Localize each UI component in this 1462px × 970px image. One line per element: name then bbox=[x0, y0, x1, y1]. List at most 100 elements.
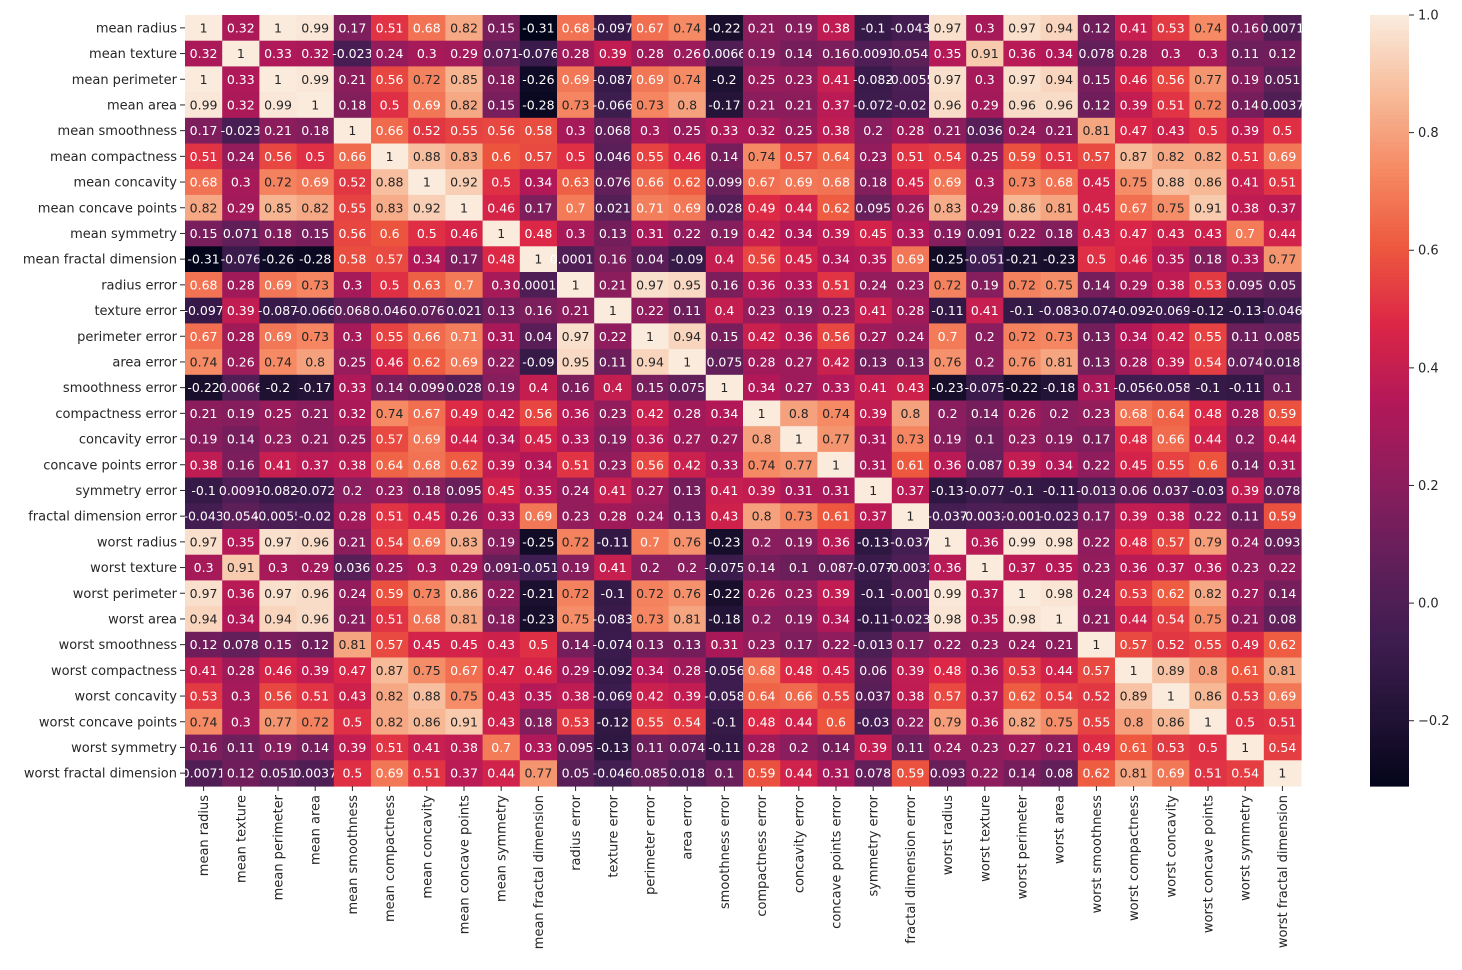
colorbar-segment bbox=[1370, 589, 1409, 594]
y-tick-label: worst texture bbox=[90, 561, 177, 576]
cell-value-label: 0.71 bbox=[636, 200, 664, 215]
cell-value-label: 0.83 bbox=[450, 149, 478, 164]
cell-value-label: 0.97 bbox=[562, 329, 590, 344]
cell-value-label: 0.54 bbox=[1045, 689, 1073, 704]
cell-value-label: 0.63 bbox=[413, 277, 441, 292]
y-tick-label: worst concave points bbox=[39, 715, 177, 730]
colorbar-segment bbox=[1370, 269, 1409, 274]
colorbar-segment bbox=[1370, 523, 1409, 529]
cell-value-label: 0.74 bbox=[822, 406, 850, 421]
colorbar-segment bbox=[1370, 735, 1409, 741]
cell-value-label: 0.69 bbox=[264, 329, 292, 344]
cell-value-label: 0.19 bbox=[487, 380, 515, 395]
colorbar-tick-label: −0.2 bbox=[1418, 714, 1450, 729]
cell-value-label: 0.73 bbox=[636, 97, 664, 112]
colorbar-segment bbox=[1370, 396, 1409, 402]
cell-value-label: 0.3 bbox=[231, 689, 251, 704]
cell-value-label: 0.06 bbox=[859, 663, 887, 678]
colorbar-segment bbox=[1370, 554, 1409, 560]
x-tick-label: worst area bbox=[1053, 795, 1068, 864]
colorbar-segment bbox=[1370, 458, 1409, 463]
cell-value-label: 0.3 bbox=[975, 72, 995, 87]
cell-value-label: 0.26 bbox=[227, 354, 255, 369]
colorbar-segment bbox=[1370, 126, 1409, 132]
cell-value-label: 0.18 bbox=[264, 226, 292, 241]
y-tick-label: smoothness error bbox=[63, 381, 178, 396]
cell-value-label: 0.88 bbox=[1157, 175, 1185, 190]
cell-value-label: 0.29 bbox=[1120, 277, 1148, 292]
cell-value-label: 0.5 bbox=[1272, 123, 1292, 138]
cell-value-label: -0.092 bbox=[593, 663, 633, 678]
cell-value-label: 1 bbox=[981, 560, 989, 575]
cell-value-label: 0.27 bbox=[785, 380, 813, 395]
cell-value-label: 0.2 bbox=[1235, 432, 1255, 447]
cell-value-label: 0.25 bbox=[264, 406, 292, 421]
y-tick-label: worst area bbox=[108, 612, 177, 627]
cell-value-label: 0.18 bbox=[301, 123, 329, 138]
cell-value-label: 0.83 bbox=[934, 200, 962, 215]
cell-value-label: 0.61 bbox=[896, 457, 924, 472]
cell-value-label: 0.83 bbox=[450, 534, 478, 549]
cell-value-label: 0.37 bbox=[1008, 560, 1036, 575]
colorbar-segment bbox=[1370, 130, 1409, 136]
x-tick-label: mean radius bbox=[197, 795, 212, 876]
cell-value-label: 0.34 bbox=[748, 380, 776, 395]
cell-value-label: 0.17 bbox=[338, 20, 366, 35]
cell-value-label: 0.3 bbox=[231, 714, 251, 729]
cell-value-label: 0.21 bbox=[1231, 611, 1259, 626]
x-tick-label: mean area bbox=[309, 795, 324, 865]
cell-value-label: 0.73 bbox=[1008, 175, 1036, 190]
cell-value-label: 0.36 bbox=[971, 663, 999, 678]
cell-value-label: 1 bbox=[869, 483, 877, 498]
cell-value-label: -0.26 bbox=[522, 72, 554, 87]
cell-value-label: 0.21 bbox=[562, 303, 590, 318]
colorbar-segment bbox=[1370, 408, 1409, 413]
cell-value-label: 0.74 bbox=[673, 72, 701, 87]
cell-value-label: -0.075 bbox=[704, 560, 744, 575]
colorbar-segment bbox=[1370, 739, 1409, 745]
cell-value-label: 0.97 bbox=[1008, 72, 1036, 87]
cell-value-label: 0.34 bbox=[822, 611, 850, 626]
cell-value-label: 0.33 bbox=[822, 380, 850, 395]
cell-value-label: -0.13 bbox=[857, 534, 889, 549]
cell-value-label: 0.71 bbox=[450, 329, 478, 344]
cell-value-label: 0.44 bbox=[785, 714, 813, 729]
cell-value-label: 0.3 bbox=[975, 175, 995, 190]
colorbar-segment bbox=[1370, 500, 1409, 506]
cell-value-label: 0.3 bbox=[566, 123, 586, 138]
cell-value-label: 0.66 bbox=[338, 149, 366, 164]
cell-value-label: 0.36 bbox=[971, 714, 999, 729]
cell-value-label: 0.57 bbox=[1157, 534, 1185, 549]
cell-value-label: -0.1 bbox=[861, 20, 885, 35]
cell-value-label: 0.77 bbox=[785, 457, 813, 472]
cell-value-label: 0.96 bbox=[301, 611, 329, 626]
colorbar-segment bbox=[1370, 80, 1409, 85]
cell-value-label: 0.45 bbox=[413, 637, 441, 652]
colorbar-segment bbox=[1370, 200, 1409, 205]
cell-value-label: 0.85 bbox=[450, 72, 478, 87]
colorbar-segment bbox=[1370, 342, 1409, 348]
colorbar-segment bbox=[1370, 600, 1409, 606]
cell-value-label: 0.3 bbox=[640, 123, 660, 138]
cell-value-label: 0.97 bbox=[636, 277, 664, 292]
cell-value-label: 0.59 bbox=[1268, 406, 1296, 421]
colorbar-segment bbox=[1370, 670, 1409, 675]
colorbar-segment bbox=[1370, 466, 1409, 471]
cell-value-label: 0.11 bbox=[896, 740, 924, 755]
cell-value-label: 0.48 bbox=[1120, 432, 1148, 447]
colorbar-segment bbox=[1370, 196, 1409, 201]
x-tick-label: worst concave points bbox=[1202, 795, 1217, 933]
cell-value-label: 0.18 bbox=[1194, 252, 1222, 267]
cell-value-label: 0.39 bbox=[748, 483, 776, 498]
cell-value-label: 0.18 bbox=[413, 483, 441, 498]
cell-value-label: 0.35 bbox=[1157, 252, 1185, 267]
cell-value-label: -0.22 bbox=[1006, 380, 1038, 395]
cell-value-label: 0.2 bbox=[677, 560, 697, 575]
cell-value-label: -0.23 bbox=[1043, 252, 1075, 267]
cell-value-label: 0.051 bbox=[1265, 72, 1301, 87]
cell-value-label: 0.23 bbox=[562, 509, 590, 524]
cell-value-label: 0.21 bbox=[338, 72, 366, 87]
cell-value-label: -0.02 bbox=[894, 97, 926, 112]
cell-value-label: -0.22 bbox=[708, 586, 740, 601]
x-tick-label: concave points error bbox=[830, 794, 845, 928]
